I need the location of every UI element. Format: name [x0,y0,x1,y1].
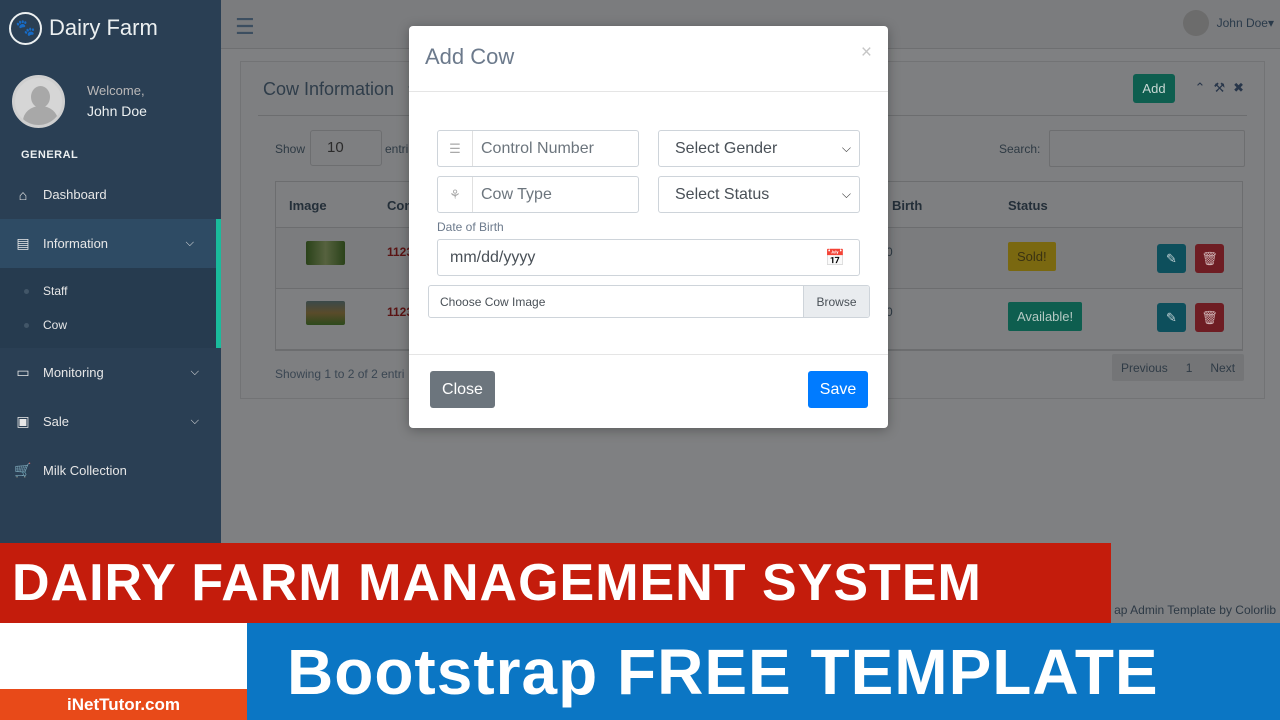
table-info: Showing 1 to 2 of 2 entri [275,367,405,381]
home-icon: ⌂ [18,186,28,203]
footer-credit: ap Admin Template by Colorlib [1114,603,1276,617]
pagination: Previous 1 Next [1112,354,1245,381]
profile-username: John Doe [87,103,147,119]
brand-title: Dairy Farm [49,15,158,40]
save-button[interactable]: Save [808,371,868,408]
calendar-icon[interactable]: 📅 [825,248,845,268]
search-label: Search: [999,142,1041,156]
control-number-input[interactable]: ☰ Control Number [437,130,639,167]
sidebar-item-label: Dashboard [43,187,107,202]
sidebar-item-label: Sale [43,414,70,429]
paw-icon: ⚘ [438,177,473,212]
gender-select[interactable]: Select Gender ⌵ [658,130,860,167]
column-header-image[interactable]: Image [289,198,327,213]
close-icon[interactable]: ✖ [1233,80,1252,95]
cow-type-input[interactable]: ⚘ Cow Type [437,176,639,213]
title-banner: DAIRY FARM MANAGEMENT SYSTEM [0,543,1111,623]
sidebar-item-monitoring[interactable]: ▭ Monitoring ⌵ [0,348,221,397]
edit-icon[interactable]: ✎ [1157,303,1186,332]
site-tag: iNetTutor.com [0,689,247,720]
sidebar-item-information[interactable]: ▤ Information ⌵ [0,219,221,268]
pagination-previous[interactable]: Previous [1112,361,1177,375]
panel-title-text: Cow Information [263,79,395,99]
sidebar-item-milk-collection[interactable]: 🛒 Milk Collection [0,446,221,495]
modal-title: Add Cow [425,44,515,69]
paw-icon: 🐾 [9,11,42,45]
brand[interactable]: 🐾 Dairy Farm [0,0,221,56]
add-cow-modal: Add Cow × ☰ Control Number Select Gender… [409,26,888,428]
chevron-down-icon: ⌵ [841,187,851,201]
sidebar-item-label: Monitoring [43,365,104,380]
menu-toggle-icon[interactable]: ☰ [235,14,255,40]
user-menu-name: John Doe [1216,16,1268,30]
money-icon: ▣ [16,413,30,429]
close-icon[interactable]: × [861,42,872,64]
wrench-icon[interactable]: ⚒ [1213,80,1233,95]
modal-footer-divider [409,354,888,355]
entries-select[interactable]: 10 [310,130,382,166]
control-number-placeholder: Control Number [481,139,594,157]
cow-thumbnail [306,241,345,265]
profile: Welcome, John Doe [0,56,221,130]
edit-icon[interactable]: ✎ [1157,244,1186,273]
panel-title: Cow InformationT [263,79,415,100]
chevron-up-icon[interactable]: ⌃ [1195,80,1214,95]
banner-white-block [0,623,247,689]
welcome-text: Welcome, [87,83,145,98]
caret-down-icon: ▾ [1267,16,1274,30]
chevron-down-icon: ⌵ [841,141,851,155]
trash-icon[interactable]: 🗑 [1195,303,1224,332]
sidebar-item-label: Milk Collection [43,463,127,478]
desktop-icon: ▭ [16,364,30,380]
pagination-next[interactable]: Next [1201,361,1244,375]
sidebar-item-sale[interactable]: ▣ Sale ⌵ [0,397,221,446]
status-badge: Sold! [1008,242,1056,271]
panel-tools[interactable]: ⌃⚒✖ [1195,80,1252,96]
chevron-down-icon: ⌵ [185,237,194,249]
sidebar-subitem-staff[interactable]: Staff [0,274,216,308]
list-icon: ▤ [16,235,30,251]
status-badge: Available! [1008,302,1083,331]
entries-label: entri [385,142,409,156]
dob-label: Date of Birth [437,220,504,234]
column-header-status[interactable]: Status [1008,198,1048,213]
column-header-birth[interactable]: Birth [892,198,922,213]
cow-image-file-input[interactable]: Choose Cow Image Browse [428,285,870,318]
information-submenu: Staff Cow [0,268,221,348]
dob-input[interactable]: mm/dd/yyyy 📅 [437,239,860,276]
section-label: GENERAL [21,149,79,161]
status-select-value: Select Status [675,185,770,203]
show-label: Show [275,142,306,156]
pagination-page[interactable]: 1 [1177,361,1202,375]
add-button[interactable]: Add [1133,74,1175,103]
cow-type-placeholder: Cow Type [481,185,552,203]
avatar [12,74,65,128]
user-menu[interactable]: John Doe ▾ [1182,10,1274,36]
user-avatar [1182,10,1209,36]
status-select[interactable]: Select Status ⌵ [658,176,860,213]
subtitle-banner: Bootstrap FREE TEMPLATE [247,623,1280,720]
sidebar-item-label: Information [43,236,109,251]
chevron-down-icon: ⌵ [190,366,199,378]
cow-thumbnail [306,301,345,325]
gender-select-value: Select Gender [675,139,778,157]
file-input-label: Choose Cow Image [440,294,546,309]
close-button[interactable]: Close [430,371,495,408]
list-icon: ☰ [438,131,473,166]
browse-button[interactable]: Browse [803,286,869,317]
sidebar-subitem-cow[interactable]: Cow [0,308,216,342]
trash-icon[interactable]: 🗑 [1195,244,1224,273]
sidebar-item-dashboard[interactable]: ⌂ Dashboard [0,170,221,219]
search-input[interactable] [1049,130,1245,167]
cart-icon: 🛒 [14,462,32,478]
chevron-down-icon: ⌵ [190,415,199,427]
dob-value: mm/dd/yyyy [450,248,536,266]
modal-header: Add Cow × [409,26,888,92]
